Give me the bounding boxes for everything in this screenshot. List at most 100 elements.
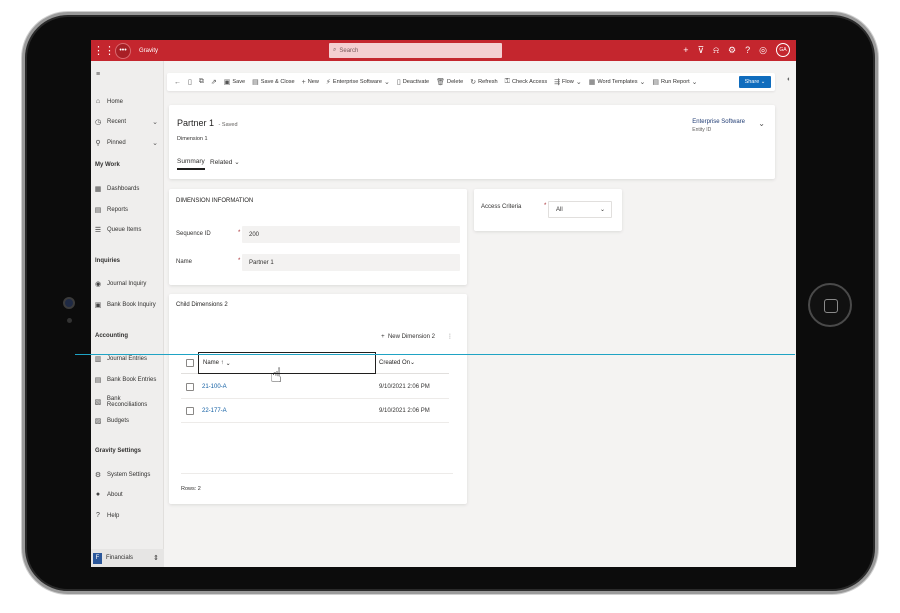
refresh-label: Refresh — [478, 79, 498, 85]
sidebar-item-pinned[interactable]: ⚲ Pinned ⌄ — [94, 139, 162, 147]
delete-button[interactable]: 🗑 Delete — [436, 78, 463, 86]
chevron-down-icon[interactable]: ⌄ — [758, 119, 765, 128]
sidebar-item-home[interactable]: ⌂ Home — [94, 98, 162, 105]
page-icon: ▯ — [188, 79, 192, 86]
bank-icon: ▣ — [94, 302, 102, 309]
sidebar-item-label: Journal Entries — [107, 356, 148, 362]
sidebar-item-queue-items[interactable]: ☰ Queue Items — [94, 226, 162, 234]
run-report-button[interactable]: ▤ Run Report ⌄ — [652, 78, 697, 86]
bell-icon[interactable]: ⍾ — [713, 45, 719, 56]
tab-related-label: Related — [210, 159, 233, 166]
hand-cursor-icon: ☝ — [270, 365, 283, 387]
sidebar-item-dashboards[interactable]: ▦ Dashboards — [94, 185, 162, 193]
check-access-button[interactable]: ⚿ Check Access — [505, 78, 547, 86]
name-field[interactable]: Partner 1 — [242, 254, 460, 271]
sidebar-item-system-settings[interactable]: ⚙ System Settings — [94, 471, 162, 479]
filter-icon[interactable]: ⊽ — [697, 45, 704, 56]
column-header-created-on[interactable]: Created On⌄ — [379, 359, 415, 366]
word-templates-button[interactable]: ▦ Word Templates ⌄ — [589, 78, 646, 86]
save-label: Save — [232, 79, 246, 85]
row-name-link[interactable]: 22-177-A — [202, 408, 227, 414]
sequence-id-field[interactable]: 200 — [242, 226, 460, 243]
record-set-button[interactable]: ▯ — [188, 78, 192, 86]
global-search-input[interactable]: ⌕ Search — [329, 43, 502, 58]
new-button[interactable]: + New — [302, 79, 319, 86]
back-button[interactable]: ← — [174, 79, 181, 86]
word-icon: ▦ — [588, 79, 596, 86]
sidebar-item-journal-entries[interactable]: ▥ Journal Entries — [94, 355, 162, 363]
required-marker: * — [544, 203, 547, 209]
report-icon: ▤ — [652, 79, 660, 86]
sidebar-item-bank-book-entries[interactable]: ▤ Bank Book Entries — [94, 376, 162, 384]
chevron-updown-icon: ⇕ — [153, 555, 159, 562]
record-header: Partner 1 - Saved Dimension 1 Summary Re… — [169, 105, 775, 179]
chevron-down-icon: ⌄ — [599, 207, 605, 213]
subgrid-commands: + New Dimension 2 ⋮ — [381, 333, 453, 341]
sidebar-item-label: About — [107, 491, 123, 498]
sidebar-item-help[interactable]: ? Help — [94, 512, 162, 519]
sidebar-item-recent[interactable]: ◷ Recent ⌄ — [94, 118, 162, 126]
row-checkbox[interactable] — [186, 383, 194, 391]
avatar[interactable]: GA — [776, 43, 790, 57]
sidebar-item-bank-reconciliations[interactable]: ▧ Bank Reconciliations — [94, 396, 162, 408]
queue-icon: ☰ — [94, 227, 102, 234]
sequence-id-label: Sequence ID — [176, 231, 211, 237]
record-entity: Dimension 1 — [177, 136, 208, 142]
access-criteria-section: Access Criteria * All ⌄ — [474, 189, 622, 231]
deactivate-button[interactable]: ▯ Deactivate — [397, 78, 429, 86]
flow-icon: ⚡ — [325, 79, 331, 86]
save-close-button[interactable]: ▤ Save & Close — [252, 78, 295, 86]
new-dimension-button[interactable]: + New Dimension 2 — [381, 334, 435, 340]
child-dimensions-section: Child Dimensions 2 + New Dimension 2 ⋮ N… — [169, 294, 467, 504]
assistant-icon[interactable]: ◎ — [759, 45, 767, 56]
select-all-checkbox[interactable] — [186, 359, 194, 367]
enterprise-software-button[interactable]: ⚡ Enterprise Software ⌄ — [326, 78, 390, 86]
sidebar-item-label: Bank Book Inquiry — [107, 302, 156, 308]
home-button[interactable] — [808, 283, 852, 327]
share-link-button[interactable]: ⇗ — [211, 78, 217, 86]
table-row[interactable]: 22-177-A 9/10/2021 2:06 PM — [181, 400, 449, 423]
page-title: Partner 1 — [177, 118, 215, 128]
area-switcher[interactable]: F Financials ⇕ — [91, 549, 164, 567]
app-launcher-icon[interactable]: ⋮⋮ — [93, 44, 115, 57]
sidebar-item-about[interactable]: ● About — [94, 491, 162, 498]
sidebar-item-budgets[interactable]: ▨ Budgets — [94, 417, 162, 425]
sidebar-item-reports[interactable]: ▤ Reports — [94, 206, 162, 214]
guide-line — [75, 354, 795, 355]
refresh-button[interactable]: ↻ Refresh — [470, 78, 497, 86]
required-marker: * — [238, 258, 241, 264]
help-icon: ? — [96, 512, 100, 519]
sidebar-item-label: Help — [107, 512, 120, 519]
area-badge: F — [93, 552, 102, 564]
save-button[interactable]: ▣ Save — [224, 78, 245, 86]
chevron-down-icon: ⌄ — [639, 79, 646, 86]
help-icon[interactable]: ? — [745, 45, 750, 55]
sidebar-item-journal-inquiry[interactable]: ◉ Journal Inquiry — [94, 280, 162, 288]
sidebar-item-label: Bank Book Entries — [107, 377, 157, 383]
gear-icon[interactable]: ⚙ — [728, 45, 736, 56]
header-field-value[interactable]: Enterprise Software — [692, 119, 745, 125]
table-row[interactable]: 21-100-A 9/10/2021 2:06 PM — [181, 376, 449, 399]
share-button[interactable]: Share ⌄ — [739, 76, 771, 88]
open-new-window-button[interactable]: ⧉ — [199, 78, 204, 86]
row-checkbox[interactable] — [186, 407, 194, 415]
side-panel-icon[interactable]: ◐ — [787, 76, 791, 83]
sidebar-item-bank-book-inquiry[interactable]: ▣ Bank Book Inquiry — [94, 301, 162, 309]
flow-button[interactable]: ⇶ Flow ⌄ — [554, 78, 582, 86]
row-created-on: 9/10/2021 2:06 PM — [379, 408, 430, 414]
app-name: Gravity — [139, 47, 159, 54]
more-options-icon[interactable]: ⋮ — [447, 333, 453, 340]
column-header-name[interactable]: Name ↑ ⌄ — [198, 352, 376, 374]
word-templates-label: Word Templates — [597, 79, 638, 85]
sidebar-item-label: Journal Inquiry — [107, 281, 147, 287]
tab-summary[interactable]: Summary — [177, 158, 205, 170]
tab-related[interactable]: Related ⌄ — [210, 158, 240, 166]
check-access-label: Check Access — [512, 79, 548, 85]
sidebar-item-label: Dashboards — [107, 186, 140, 192]
hamburger-menu[interactable]: ≡ — [94, 71, 162, 78]
row-name-link[interactable]: 21-100-A — [202, 384, 227, 390]
rows-count: Rows: 2 — [181, 486, 201, 492]
access-criteria-select[interactable]: All ⌄ — [548, 201, 612, 218]
plus-icon[interactable]: + — [683, 45, 688, 55]
flow-label: Flow — [562, 79, 574, 85]
